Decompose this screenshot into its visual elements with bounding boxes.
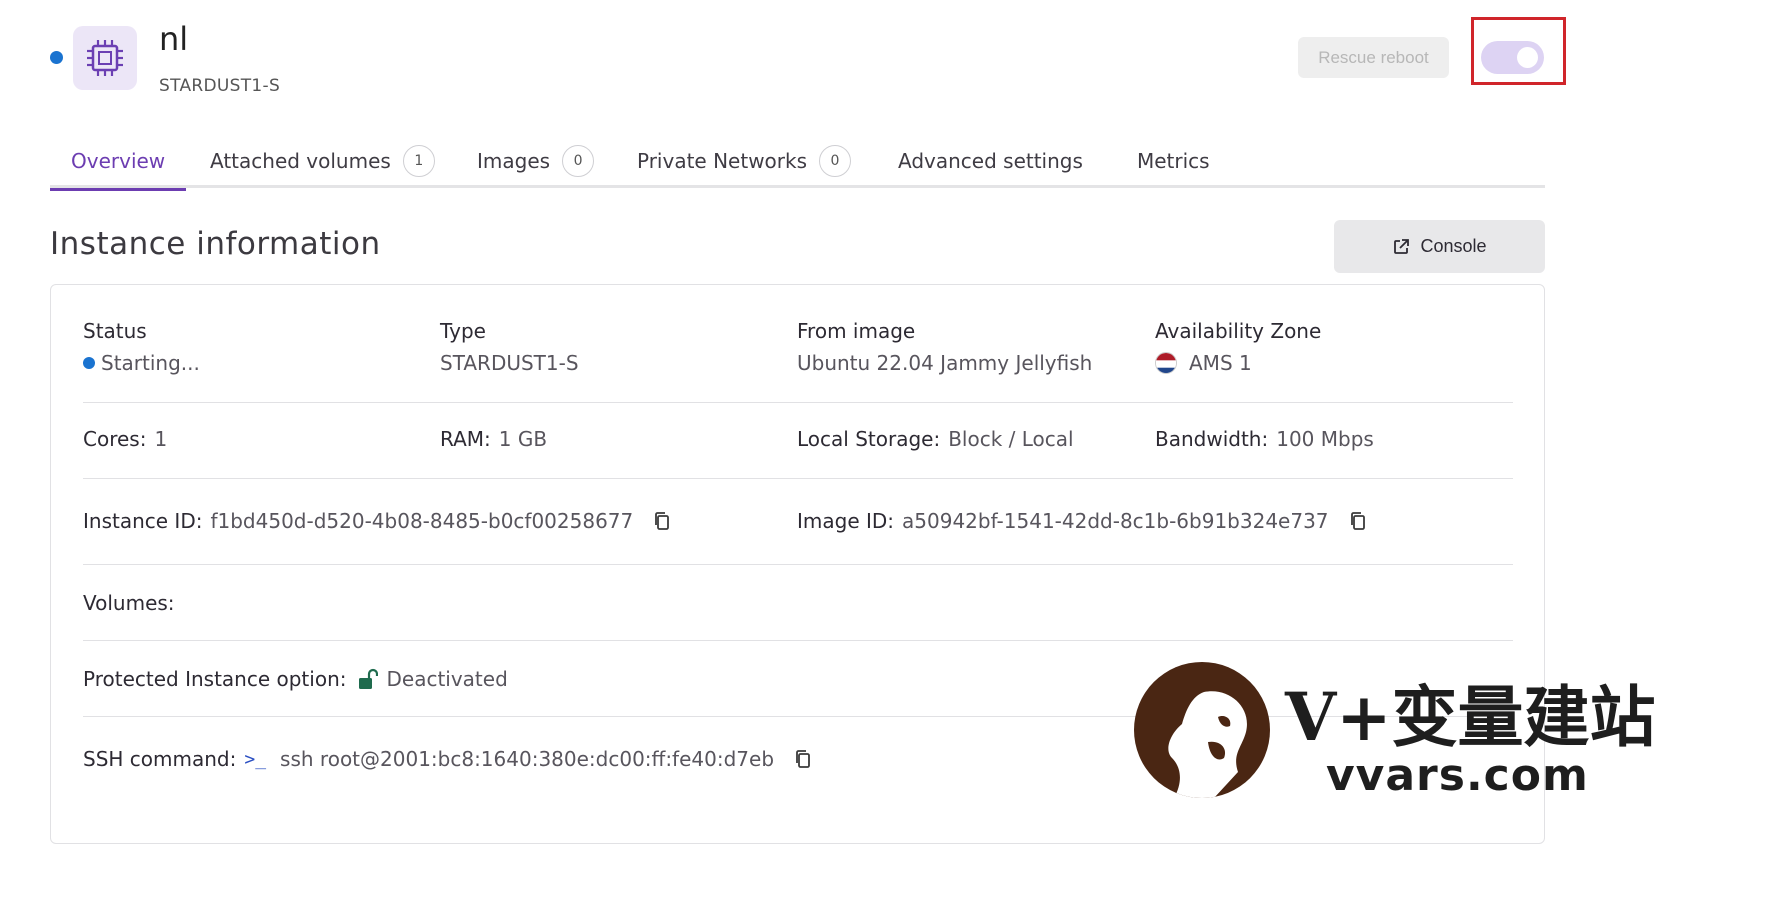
tab-advanced-settings[interactable]: Advanced settings [898,134,1083,188]
bandwidth-cell: Bandwidth: 100 Mbps [1155,427,1374,451]
status-value: Starting... [101,351,200,375]
image-cell: From image Ubuntu 22.04 Jammy Jellyfish [797,319,1092,375]
netherlands-flag-icon [1155,352,1177,374]
ssh-label: SSH command: [83,747,237,771]
tab-overview[interactable]: Overview [50,134,187,191]
ssh-command-value: ssh root@2001:bc8:1640:380e:dc00:ff:fe40… [280,747,775,771]
info-row-main: Status Starting... Type STARDUST1-S From… [83,319,1513,403]
tab-count-badge: 1 [402,145,435,177]
ssh-cell: SSH command: >_ ssh root@2001:bc8:1640:3… [83,747,812,771]
copy-ssh-command-icon[interactable] [794,750,812,768]
ram-cell: RAM: 1 GB [440,427,547,451]
cores-cell: Cores: 1 [83,427,167,451]
tab-label: Metrics [1137,149,1210,173]
section-title: Instance information [50,226,381,262]
power-toggle[interactable] [1481,41,1544,74]
cores-label: Cores: [83,427,147,451]
tab-label: Attached volumes [210,149,391,173]
zone-value-wrap: AMS 1 [1155,351,1321,375]
console-label: Console [1420,236,1487,256]
protected-label: Protected Instance option: [83,667,347,691]
status-dot [83,357,95,369]
tab-count-badge: 0 [819,145,852,177]
instance-status-dot [50,51,63,64]
instance-id-label: Instance ID: [83,509,203,533]
unlock-icon [359,668,379,689]
instance-info-card: Status Starting... Type STARDUST1-S From… [50,284,1545,844]
zone-label: Availability Zone [1155,319,1322,343]
tab-label: Overview [71,149,166,173]
ram-value: 1 GB [498,427,548,451]
external-link-icon [1394,238,1410,254]
toggle-knob [1517,47,1538,68]
bandwidth-label: Bandwidth: [1155,427,1269,451]
watermark-brand-text: V+变量建站 [1285,678,1656,756]
zone-cell: Availability Zone AMS 1 [1155,319,1321,375]
status-label: Status [83,319,147,343]
copy-instance-id-icon[interactable] [653,512,671,530]
protected-value: Deactivated [386,667,508,691]
instance-type-subtitle: STARDUST1-S [159,76,281,96]
image-id-cell: Image ID: a50942bf-1541-42dd-8c1b-6b91b3… [797,509,1367,533]
page-title: nl [159,20,189,58]
storage-label: Local Storage: [797,427,941,451]
instance-id-value: f1bd450d-d520-4b08-8485-b0cf00258677 [210,509,634,533]
storage-cell: Local Storage: Block / Local [797,427,1074,451]
info-row-specs: Cores: 1 RAM: 1 GB Local Storage: Block … [83,403,1513,479]
tab-metrics[interactable]: Metrics [1137,134,1210,188]
rescue-reboot-button[interactable]: Rescue reboot [1298,37,1449,78]
tab-label: Advanced settings [898,149,1083,173]
watermark-domain-text: vvars.com [1326,750,1589,801]
tab-label: Images [477,149,551,173]
type-cell: Type STARDUST1-S [440,319,579,375]
terminal-prompt-icon: >_ [244,748,267,770]
tab-bar: Overview Attached volumes 1 Images 0 Pri… [50,134,1545,191]
instance-id-cell: Instance ID: f1bd450d-d520-4b08-8485-b0c… [83,509,671,533]
image-id-value: a50942bf-1541-42dd-8c1b-6b91b324e737 [902,509,1329,533]
info-row-volumes: Volumes: [83,565,1513,641]
gorilla-logo-watermark [1134,662,1270,798]
info-row-ids: Instance ID: f1bd450d-d520-4b08-8485-b0c… [83,479,1513,565]
image-id-label: Image ID: [797,509,895,533]
image-value: Ubuntu 22.04 Jammy Jellyfish [797,351,1093,375]
type-value: STARDUST1-S [440,351,579,375]
tab-label: Private Networks [637,149,808,173]
status-cell: Status Starting... [83,319,200,375]
tab-private-networks[interactable]: Private Networks 0 [637,134,852,188]
cpu-chip-icon [73,26,137,90]
ram-label: RAM: [440,427,491,451]
console-button[interactable]: Console [1334,220,1545,273]
status-value-wrap: Starting... [83,351,200,375]
volumes-cell: Volumes: [83,591,175,615]
volumes-label: Volumes: [83,591,175,615]
protected-cell: Protected Instance option: Deactivated [83,667,508,691]
type-label: Type [440,319,486,343]
image-label: From image [797,319,916,343]
cores-value: 1 [154,427,168,451]
copy-image-id-icon[interactable] [1349,512,1367,530]
zone-value: AMS 1 [1189,351,1252,375]
storage-value: Block / Local [948,427,1074,451]
tab-images[interactable]: Images 0 [477,134,595,188]
tab-attached-volumes[interactable]: Attached volumes 1 [210,134,435,188]
bandwidth-value: 100 Mbps [1276,427,1374,451]
tab-count-badge: 0 [562,145,595,177]
